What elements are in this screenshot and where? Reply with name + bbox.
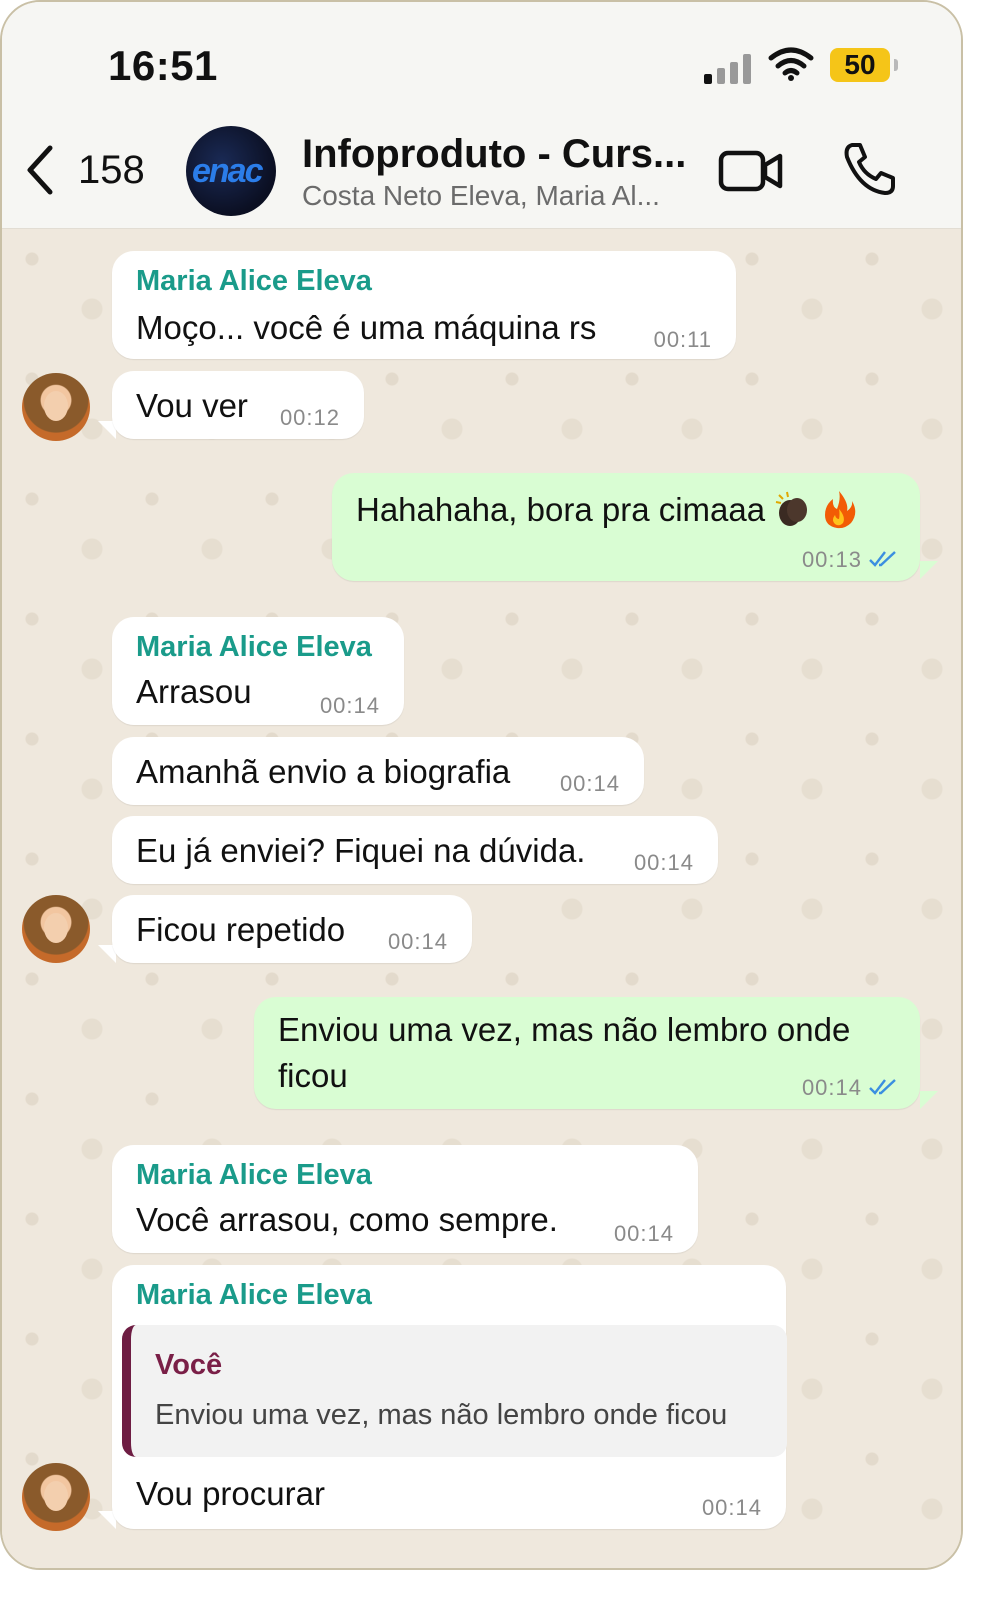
chat-area[interactable]: Maria Alice Eleva Moço... você é uma máq… [2, 229, 961, 1568]
battery-icon: 50 [830, 48, 898, 82]
video-call-icon[interactable] [718, 148, 784, 194]
message-text: Eu já enviei? Fiquei na dúvida. [136, 832, 586, 869]
sender-avatar[interactable] [22, 895, 90, 963]
wifi-icon [768, 47, 814, 81]
message-time: 00:14 [613, 1221, 674, 1246]
message-sender: Maria Alice Eleva [136, 1279, 372, 1311]
message-text: Ficou repetido [136, 911, 346, 948]
message-text: Arrasou [136, 673, 252, 710]
fire-icon [825, 491, 856, 529]
message-text-line2: ficou [278, 1057, 348, 1094]
message-text-line1: Enviou uma vez, mas não lembro onde [278, 1011, 851, 1048]
message-text: Hahahaha, bora pra cimaaa [356, 489, 859, 529]
quoted-author: Você [155, 1349, 223, 1381]
cellular-signal-icon [704, 52, 754, 84]
sender-avatar[interactable] [22, 373, 90, 441]
message-time: 00:14 [701, 1495, 762, 1520]
message-text-content: Hahahaha, bora pra cimaaa [356, 491, 766, 528]
message-time: 00:13 [801, 547, 862, 572]
message-sender: Maria Alice Eleva [136, 631, 372, 663]
sender-avatar[interactable] [22, 1463, 90, 1531]
back-chevron-icon[interactable] [20, 142, 60, 198]
bubble-tail [920, 1091, 938, 1109]
message-time: 00:14 [559, 771, 620, 796]
double-check-icon [869, 1079, 896, 1095]
message-bubble[interactable]: Maria Alice Eleva Moço... você é uma máq… [112, 251, 736, 359]
message-time: 00:14 [387, 929, 448, 954]
quoted-message[interactable]: Você Enviou uma vez, mas não lembro onde… [122, 1325, 787, 1457]
message-text: Amanhã envio a biografia [136, 753, 511, 790]
chat-header: 158 enac Infoproduto - Curs... Costa Net… [2, 110, 961, 229]
message-bubble[interactable]: Vou ver 00:12 [112, 371, 364, 439]
status-time: 16:51 [108, 42, 218, 89]
clapping-hands-icon [775, 491, 808, 526]
unread-count[interactable]: 158 [78, 148, 145, 193]
message-bubble[interactable]: Maria Alice Eleva Arrasou 00:14 [112, 617, 404, 725]
message-text: Vou procurar [136, 1475, 325, 1512]
message-bubble[interactable]: Amanhã envio a biografia 00:14 [112, 737, 644, 805]
message-text: Você arrasou, como sempre. [136, 1201, 558, 1238]
message-text: Moço... você é uma máquina rs [136, 309, 597, 346]
message-time: 00:14 [319, 693, 380, 718]
message-bubble[interactable]: Eu já enviei? Fiquei na dúvida. 00:14 [112, 816, 718, 884]
message-time: 00:11 [653, 327, 712, 352]
group-avatar-logo: enac [192, 152, 263, 190]
message-time: 00:12 [279, 405, 340, 430]
bubble-tail [920, 561, 938, 579]
message-sender: Maria Alice Eleva [136, 265, 372, 297]
quoted-text: Enviou uma vez, mas não lembro onde fico… [155, 1399, 728, 1431]
message-text: Vou ver [136, 387, 248, 424]
group-title[interactable]: Infoproduto - Curs... [302, 132, 686, 177]
message-bubble[interactable]: Maria Alice Eleva Você Enviou uma vez, m… [112, 1265, 787, 1529]
message-time: 00:14 [801, 1075, 862, 1100]
voice-call-icon[interactable] [840, 140, 898, 198]
status-bar: 16:51 50 [2, 2, 961, 110]
phone-frame: 16:51 50 158 enac Infoproduto - Curs... … [0, 0, 963, 1570]
message-bubble[interactable]: Maria Alice Eleva Você arrasou, como sem… [112, 1145, 698, 1253]
message-time: 00:14 [633, 850, 694, 875]
message-bubble[interactable]: Hahahaha, bora pra cimaaa 00:13 [332, 473, 920, 581]
group-members[interactable]: Costa Neto Eleva, Maria Al... [302, 180, 660, 212]
group-avatar[interactable]: enac [186, 126, 276, 216]
message-bubble[interactable]: Enviou uma vez, mas não lembro onde fico… [254, 997, 920, 1109]
double-check-icon [869, 551, 896, 567]
message-sender: Maria Alice Eleva [136, 1159, 372, 1191]
message-bubble[interactable]: Ficou repetido 00:14 [112, 895, 472, 963]
